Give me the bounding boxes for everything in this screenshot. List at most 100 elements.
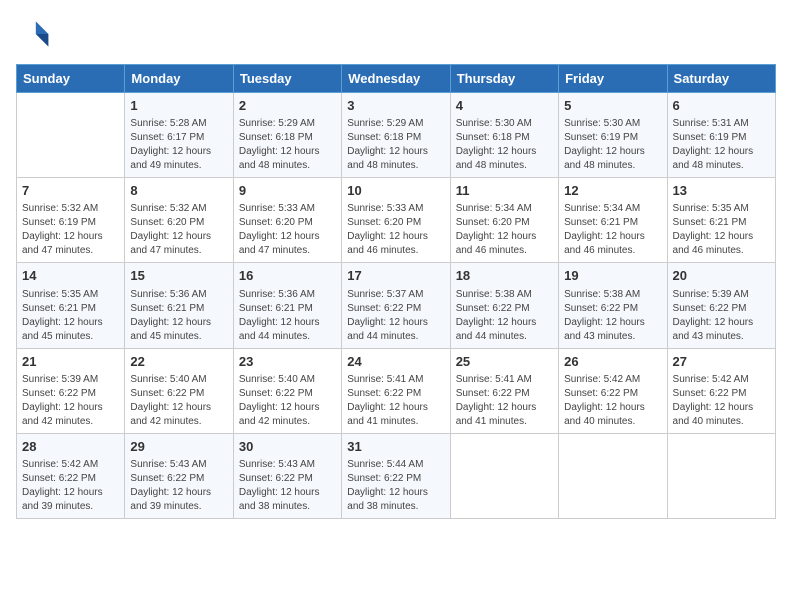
calendar-cell: 11 Sunrise: 5:34 AM Sunset: 6:20 PM Dayli… [450,178,558,263]
day-info: Sunrise: 5:42 AM Sunset: 6:22 PM Dayligh… [564,373,661,429]
calendar-cell: 24Sunrise: 5:41 AM Sunset: 6:22 PM Dayli… [342,348,450,433]
day-info: Sunrise: 5:30 AM Sunset: 6:18 PM Dayligh… [456,117,553,173]
calendar-cell: 15 Sunrise: 5:36 AM Sunset: 6:21 PM Dayli… [125,263,233,348]
day-number: 17 [347,267,444,285]
calendar-cell: 10 Sunrise: 5:33 AM Sunset: 6:20 PM Dayli… [342,178,450,263]
day-number: 24 [347,353,444,371]
day-info: Sunrise: 5:30 AM Sunset: 6:19 PM Dayligh… [564,117,661,173]
day-number: 11 [456,182,553,200]
day-info: Sunrise: 5:44 AM Sunset: 6:22 PM Dayligh… [347,458,444,514]
day-number: 3 [347,97,444,115]
calendar-week-row: 14 Sunrise: 5:35 AM Sunset: 6:21 PM Dayli… [17,263,776,348]
day-info: Sunrise: 5:41 AM Sunset: 6:22 PM Dayligh… [456,373,553,429]
day-info: Sunrise: 5:33 AM Sunset: 6:20 PM Dayligh… [239,202,336,258]
day-number: 14 [22,267,119,285]
calendar-cell: 17 Sunrise: 5:37 AM Sunset: 6:22 PM Dayli… [342,263,450,348]
calendar-cell: 9 Sunrise: 5:33 AM Sunset: 6:20 PM Daylig… [233,178,341,263]
day-number: 2 [239,97,336,115]
day-number: 27 [673,353,770,371]
calendar-cell: 2 Sunrise: 5:29 AM Sunset: 6:18 PM Daylig… [233,93,341,178]
calendar-cell [450,433,558,518]
day-info: Sunrise: 5:32 AM Sunset: 6:20 PM Dayligh… [130,202,227,258]
day-info: Sunrise: 5:40 AM Sunset: 6:22 PM Dayligh… [130,373,227,429]
day-number: 28 [22,438,119,456]
day-info: Sunrise: 5:35 AM Sunset: 6:21 PM Dayligh… [22,288,119,344]
day-number: 18 [456,267,553,285]
day-info: Sunrise: 5:29 AM Sunset: 6:18 PM Dayligh… [347,117,444,173]
calendar-cell: 7Sunrise: 5:32 AM Sunset: 6:19 PM Daylig… [17,178,125,263]
day-info: Sunrise: 5:40 AM Sunset: 6:22 PM Dayligh… [239,373,336,429]
day-info: Sunrise: 5:35 AM Sunset: 6:21 PM Dayligh… [673,202,770,258]
calendar-cell: 28Sunrise: 5:42 AM Sunset: 6:22 PM Dayli… [17,433,125,518]
day-header-saturday: Saturday [667,65,775,93]
day-number: 15 [130,267,227,285]
calendar-cell: 26 Sunrise: 5:42 AM Sunset: 6:22 PM Dayli… [559,348,667,433]
day-info: Sunrise: 5:34 AM Sunset: 6:20 PM Dayligh… [456,202,553,258]
day-number: 30 [239,438,336,456]
day-info: Sunrise: 5:33 AM Sunset: 6:20 PM Dayligh… [347,202,444,258]
day-number: 25 [456,353,553,371]
calendar-cell [667,433,775,518]
day-header-friday: Friday [559,65,667,93]
day-info: Sunrise: 5:31 AM Sunset: 6:19 PM Dayligh… [673,117,770,173]
calendar-week-row: 28Sunrise: 5:42 AM Sunset: 6:22 PM Dayli… [17,433,776,518]
calendar-cell: 20 Sunrise: 5:39 AM Sunset: 6:22 PM Dayli… [667,263,775,348]
day-number: 26 [564,353,661,371]
day-info: Sunrise: 5:43 AM Sunset: 6:22 PM Dayligh… [130,458,227,514]
day-info: Sunrise: 5:43 AM Sunset: 6:22 PM Dayligh… [239,458,336,514]
calendar-table: SundayMondayTuesdayWednesdayThursdayFrid… [16,64,776,519]
calendar-cell: 27 Sunrise: 5:42 AM Sunset: 6:22 PM Dayli… [667,348,775,433]
day-number: 16 [239,267,336,285]
calendar-week-row: 1Sunrise: 5:28 AM Sunset: 6:17 PM Daylig… [17,93,776,178]
day-info: Sunrise: 5:36 AM Sunset: 6:21 PM Dayligh… [239,288,336,344]
day-number: 5 [564,97,661,115]
calendar-cell: 8 Sunrise: 5:32 AM Sunset: 6:20 PM Daylig… [125,178,233,263]
day-info: Sunrise: 5:37 AM Sunset: 6:22 PM Dayligh… [347,288,444,344]
day-info: Sunrise: 5:39 AM Sunset: 6:22 PM Dayligh… [673,288,770,344]
day-number: 12 [564,182,661,200]
day-number: 19 [564,267,661,285]
day-number: 8 [130,182,227,200]
calendar-cell: 23 Sunrise: 5:40 AM Sunset: 6:22 PM Dayli… [233,348,341,433]
calendar-cell: 22Sunrise: 5:40 AM Sunset: 6:22 PM Dayli… [125,348,233,433]
calendar-cell: 3 Sunrise: 5:29 AM Sunset: 6:18 PM Daylig… [342,93,450,178]
calendar-cell: 5 Sunrise: 5:30 AM Sunset: 6:19 PM Daylig… [559,93,667,178]
day-number: 9 [239,182,336,200]
day-header-tuesday: Tuesday [233,65,341,93]
day-number: 10 [347,182,444,200]
day-info: Sunrise: 5:38 AM Sunset: 6:22 PM Dayligh… [456,288,553,344]
day-number: 23 [239,353,336,371]
day-number: 4 [456,97,553,115]
calendar-cell: 18 Sunrise: 5:38 AM Sunset: 6:22 PM Dayli… [450,263,558,348]
calendar-cell: 30 Sunrise: 5:43 AM Sunset: 6:22 PM Dayli… [233,433,341,518]
calendar-cell: 14 Sunrise: 5:35 AM Sunset: 6:21 PM Dayli… [17,263,125,348]
day-number: 6 [673,97,770,115]
page-header [16,16,776,52]
day-info: Sunrise: 5:34 AM Sunset: 6:21 PM Dayligh… [564,202,661,258]
day-number: 1 [130,97,227,115]
calendar-week-row: 7Sunrise: 5:32 AM Sunset: 6:19 PM Daylig… [17,178,776,263]
day-info: Sunrise: 5:38 AM Sunset: 6:22 PM Dayligh… [564,288,661,344]
day-info: Sunrise: 5:39 AM Sunset: 6:22 PM Dayligh… [22,373,119,429]
calendar-cell: 1Sunrise: 5:28 AM Sunset: 6:17 PM Daylig… [125,93,233,178]
day-header-thursday: Thursday [450,65,558,93]
day-header-monday: Monday [125,65,233,93]
logo-icon [16,16,52,52]
day-info: Sunrise: 5:32 AM Sunset: 6:19 PM Dayligh… [22,202,119,258]
calendar-cell: 13 Sunrise: 5:35 AM Sunset: 6:21 PM Dayli… [667,178,775,263]
calendar-cell [17,93,125,178]
day-header-wednesday: Wednesday [342,65,450,93]
calendar-cell: 29Sunrise: 5:43 AM Sunset: 6:22 PM Dayli… [125,433,233,518]
day-header-sunday: Sunday [17,65,125,93]
calendar-cell [559,433,667,518]
day-info: Sunrise: 5:36 AM Sunset: 6:21 PM Dayligh… [130,288,227,344]
calendar-cell: 16 Sunrise: 5:36 AM Sunset: 6:21 PM Dayli… [233,263,341,348]
day-info: Sunrise: 5:42 AM Sunset: 6:22 PM Dayligh… [673,373,770,429]
calendar-header-row: SundayMondayTuesdayWednesdayThursdayFrid… [17,65,776,93]
day-info: Sunrise: 5:29 AM Sunset: 6:18 PM Dayligh… [239,117,336,173]
calendar-cell: 19 Sunrise: 5:38 AM Sunset: 6:22 PM Dayli… [559,263,667,348]
calendar-cell: 4 Sunrise: 5:30 AM Sunset: 6:18 PM Daylig… [450,93,558,178]
day-number: 20 [673,267,770,285]
calendar-cell: 25 Sunrise: 5:41 AM Sunset: 6:22 PM Dayli… [450,348,558,433]
day-number: 13 [673,182,770,200]
